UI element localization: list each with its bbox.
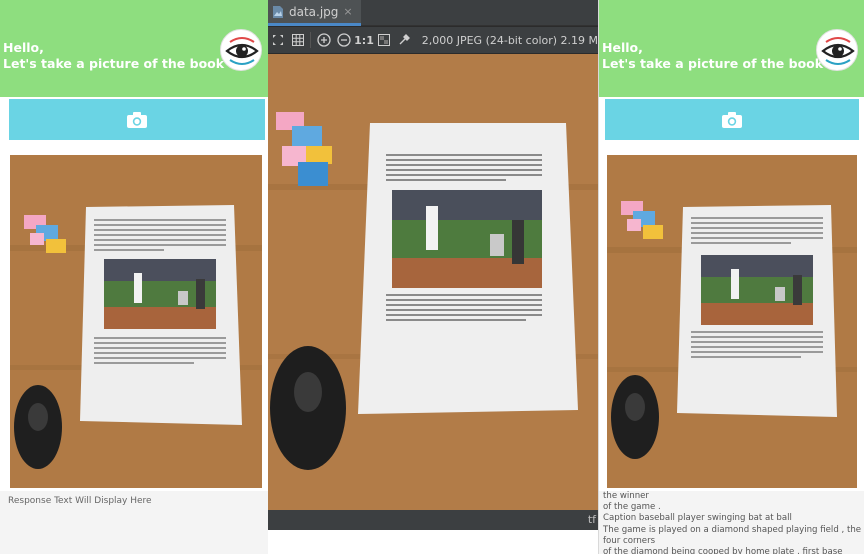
toolbar-separator [310, 32, 312, 48]
take-photo-button[interactable] [9, 99, 265, 140]
actual-size-button[interactable]: 1:1 [354, 29, 375, 51]
eye-icon [821, 37, 855, 65]
take-photo-button[interactable] [605, 99, 859, 140]
response-area: the winner of the game . Caption basebal… [599, 491, 864, 554]
captured-book-photo [607, 155, 857, 488]
zoom-out-icon[interactable] [334, 29, 354, 51]
eye-logo-avatar [816, 29, 858, 71]
greeting-instruction: Let's take a picture of the book [602, 56, 824, 71]
captured-book-photo [10, 155, 262, 488]
greeting: Hello, Let's take a picture of the book [3, 40, 224, 72]
greeting-hello: Hello, [3, 40, 44, 55]
greeting-hello: Hello, [602, 40, 643, 55]
left-app-screen: Hello, Let's take a picture of the book [0, 0, 268, 554]
right-app-screen: Hello, Let's take a picture of the book [598, 0, 864, 554]
camera-icon [722, 111, 742, 128]
response-text: the winner of the game . Caption basebal… [603, 491, 862, 554]
tab-label: data.jpg [289, 4, 339, 19]
eye-logo-avatar [220, 29, 262, 71]
screenshot-composite: Hello, Let's take a picture of the book [0, 0, 864, 554]
close-icon[interactable]: × [343, 5, 352, 18]
image-toolbar: 1:1 2,000 JPEG (24-bit color) 2.19 M [268, 27, 598, 53]
greeting: Hello, Let's take a picture of the book [602, 40, 823, 72]
viewer-bottom-strip [268, 530, 598, 554]
fit-screen-icon[interactable] [268, 29, 288, 51]
greeting-instruction: Let's take a picture of the book [3, 56, 225, 71]
tab-data-jpg[interactable]: data.jpg × [268, 0, 361, 26]
response-text: Response Text Will Display Here [8, 496, 152, 506]
viewer-image-canvas [268, 54, 598, 510]
app-header: Hello, Let's take a picture of the book [0, 0, 268, 97]
zoom-in-icon[interactable] [314, 29, 334, 51]
app-header: Hello, Let's take a picture of the book [599, 0, 864, 97]
eye-icon [225, 37, 259, 65]
status-text: tf [587, 513, 596, 526]
grid-icon[interactable] [288, 29, 308, 51]
viewer-status-bar: tf [268, 510, 598, 530]
image-viewer: data.jpg × 1:1 2,000 JPEG (24-bit color)… [268, 0, 598, 554]
color-picker-icon[interactable] [394, 29, 414, 51]
camera-icon [127, 111, 147, 128]
background-toggle-icon[interactable] [374, 29, 394, 51]
image-info: 2,000 JPEG (24-bit color) 2.19 M [421, 33, 598, 47]
editor-tab-bar: data.jpg × [268, 0, 598, 26]
response-area: Response Text Will Display Here [0, 491, 268, 554]
image-file-icon [273, 5, 283, 18]
